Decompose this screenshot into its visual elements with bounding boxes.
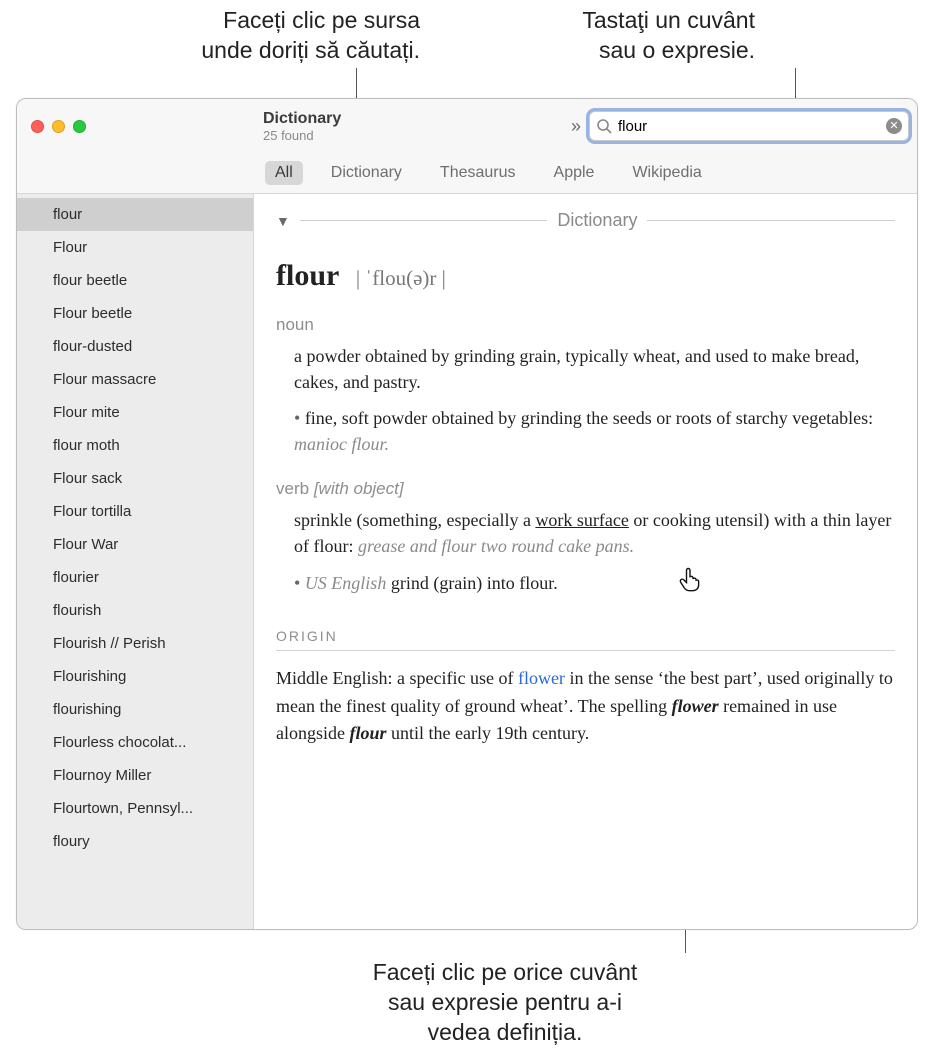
section-header[interactable]: ▼ Dictionary — [276, 210, 895, 231]
sidebar-result-item[interactable]: flourier — [17, 561, 253, 594]
origin-link[interactable]: flower — [518, 668, 565, 688]
close-window-button[interactable] — [31, 120, 44, 133]
definition-text: sprinkle (something, especially a — [294, 510, 535, 530]
zoom-window-button[interactable] — [73, 120, 86, 133]
origin-bold: flower — [672, 696, 719, 716]
origin-heading: ORIGIN — [276, 628, 895, 651]
search-icon — [596, 118, 612, 134]
headword: flour — [276, 259, 339, 292]
rule — [300, 220, 548, 221]
traffic-lights — [31, 120, 261, 133]
sidebar-result-item[interactable]: flour-dusted — [17, 330, 253, 363]
section-label: Dictionary — [557, 210, 637, 231]
result-count: 25 found — [263, 128, 341, 143]
source-tab-apple[interactable]: Apple — [544, 161, 605, 185]
minimize-window-button[interactable] — [52, 120, 65, 133]
sidebar-result-item[interactable]: Flour beetle — [17, 297, 253, 330]
sidebar-result-item[interactable]: flourish — [17, 594, 253, 627]
search-input[interactable] — [612, 118, 886, 135]
sidebar-result-item[interactable]: floury — [17, 825, 253, 858]
sidebar-result-item[interactable]: Flour sack — [17, 462, 253, 495]
sidebar-result-item[interactable]: Flour tortilla — [17, 495, 253, 528]
sidebar-result-item[interactable]: Flourishing — [17, 660, 253, 693]
pos-verb: verb [with object] — [276, 479, 895, 499]
sidebar-result-item[interactable]: Flourless chocolat... — [17, 726, 253, 759]
sidebar-result-item[interactable]: flour moth — [17, 429, 253, 462]
sidebar-result-item[interactable]: flourishing — [17, 693, 253, 726]
rule — [647, 220, 895, 221]
definition-content: ▼ Dictionary flour | ˈflou(ə)r | noun a … — [254, 194, 917, 929]
definition-text: a powder obtained by grinding grain, typ… — [294, 346, 859, 392]
callout-define: Faceți clic pe orice cuvânt sau expresie… — [330, 958, 680, 1048]
source-tabs: All Dictionary Thesaurus Apple Wikipedia — [17, 153, 917, 193]
results-sidebar: flourFlourflour beetleFlour beetleflour-… — [17, 194, 254, 929]
origin-bold: flour — [350, 723, 387, 743]
window-title-block: Dictionary 25 found — [263, 110, 341, 143]
sidebar-result-item[interactable]: Flour massacre — [17, 363, 253, 396]
sidebar-result-item[interactable]: Flournoy Miller — [17, 759, 253, 792]
search-field-container: ✕ — [589, 111, 909, 141]
definition-text: grind (grain) into flour — [391, 573, 553, 593]
cross-reference-link[interactable]: work surface — [535, 510, 628, 530]
sidebar-result-item[interactable]: Flour War — [17, 528, 253, 561]
pointer-cursor-icon — [676, 565, 704, 593]
origin-fragment: until the early 19th century. — [387, 723, 590, 743]
clear-search-button[interactable]: ✕ — [886, 118, 902, 134]
toolbar-overflow-icon[interactable]: » — [571, 116, 581, 137]
dictionary-window: Dictionary 25 found » ✕ All Dictionary The… — [16, 98, 918, 930]
origin-text[interactable]: Middle English: a specific use of flower… — [276, 665, 895, 749]
pos-label: verb — [276, 479, 309, 498]
sidebar-result-item[interactable]: Flourish // Perish — [17, 627, 253, 660]
sidebar-result-item[interactable]: Flour — [17, 231, 253, 264]
sidebar-result-item[interactable]: flour beetle — [17, 264, 253, 297]
pos-noun: noun — [276, 315, 895, 335]
toolbar: Dictionary 25 found » ✕ All Dictionary The… — [17, 99, 917, 194]
source-tab-thesaurus[interactable]: Thesaurus — [430, 161, 526, 185]
sidebar-result-item[interactable]: Flour mite — [17, 396, 253, 429]
verb-definition[interactable]: sprinkle (something, especially a work s… — [294, 507, 895, 559]
noun-definition[interactable]: a powder obtained by grinding grain, typ… — [294, 343, 895, 395]
verb-qualifier: [with object] — [314, 479, 404, 498]
callout-source: Faceți clic pe sursa unde doriți să căut… — [80, 6, 420, 66]
noun-subdefinition[interactable]: fine, soft powder obtained by grinding t… — [294, 405, 895, 457]
sidebar-result-item[interactable]: Flourtown, Pennsyl... — [17, 792, 253, 825]
origin-fragment: Middle English: a specific use of — [276, 668, 518, 688]
toolbar-top-row: Dictionary 25 found » ✕ — [17, 99, 917, 153]
source-tab-all[interactable]: All — [265, 161, 303, 185]
sidebar-result-item[interactable]: flour — [17, 198, 253, 231]
definition-text: fine, soft powder obtained by grinding t… — [305, 408, 868, 428]
disclosure-triangle-icon: ▼ — [276, 213, 290, 229]
example-text: manioc flour. — [294, 434, 389, 454]
window-title: Dictionary — [263, 110, 341, 128]
source-tab-dictionary[interactable]: Dictionary — [321, 161, 412, 185]
callout-search: Tastaţi un cuvânt sau o expresie. — [475, 6, 755, 66]
verb-subdefinition[interactable]: US English grind (grain) into flour. — [294, 570, 895, 596]
example-text: grease and flour two round cake pans. — [358, 536, 634, 556]
headword-line: flour | ˈflou(ə)r | — [276, 259, 895, 293]
source-tab-wikipedia[interactable]: Wikipedia — [622, 161, 711, 185]
pronunciation: | ˈflou(ə)r | — [356, 266, 446, 290]
region-label: US English — [305, 573, 387, 593]
